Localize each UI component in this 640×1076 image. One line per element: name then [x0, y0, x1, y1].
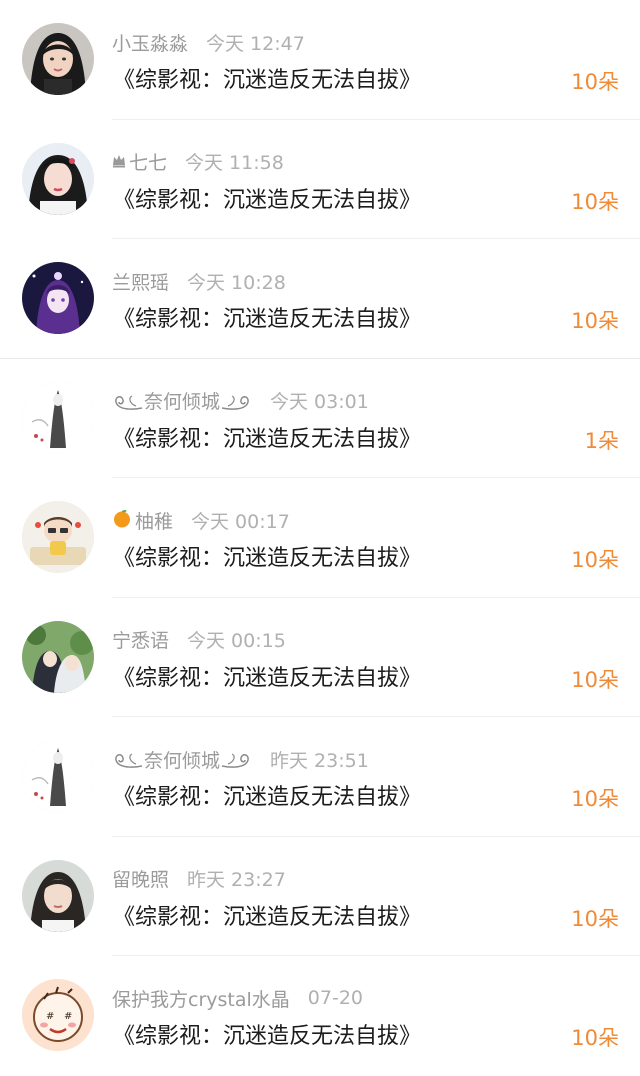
- book-title[interactable]: 《综影视：沉迷造反无法自拔》: [113, 1018, 421, 1050]
- crown-icon: [112, 151, 126, 173]
- flower-count: 10朵: [571, 548, 619, 572]
- flower-count: 10朵: [571, 906, 619, 931]
- item-meta: 奈何倾城 昨天 23:51: [112, 746, 369, 772]
- user-name[interactable]: 七七: [129, 148, 167, 175]
- list-item[interactable]: 留晚照 昨天 23:27 《综影视：沉迷造反无法自拔》 10朵: [0, 837, 640, 956]
- list-item[interactable]: 奈何倾城 今天 03:01 《综影视：沉迷造反无法自拔》 1朵: [0, 359, 640, 478]
- item-meta: 宁悉语 今天 00:15: [112, 627, 286, 653]
- swirl-ornament-icon: [112, 390, 144, 412]
- user-name[interactable]: 宁悉语: [112, 626, 169, 653]
- item-meta: 留晚照 昨天 23:27: [112, 866, 286, 892]
- book-title[interactable]: 《综影视：沉迷造反无法自拔》: [113, 301, 421, 333]
- swirl-ornament-icon: [220, 748, 252, 770]
- swirl-ornament-icon: [112, 748, 144, 770]
- user-name[interactable]: 奈何倾城: [144, 387, 220, 414]
- list-item[interactable]: # # 保护我方crystal水晶 07-20 《综影视：沉迷造反无法自拔》 1…: [0, 956, 640, 1076]
- flower-count: 10朵: [571, 667, 619, 692]
- user-name[interactable]: 保护我方crystal水晶: [112, 985, 290, 1012]
- gift-record-list: 小玉淼淼 今天 12:47 《综影视：沉迷造反无法自拔》 10朵 七七 今天 1…: [0, 0, 640, 1076]
- user-name[interactable]: 小玉淼淼: [112, 29, 188, 56]
- flower-count: 10朵: [571, 787, 619, 811]
- timestamp: 今天 10:28: [187, 271, 286, 294]
- book-title[interactable]: 《综影视：沉迷造反无法自拔》: [113, 660, 421, 692]
- avatar[interactable]: [22, 501, 94, 573]
- item-meta: 奈何倾城 今天 03:01: [112, 388, 369, 414]
- avatar[interactable]: [22, 740, 94, 812]
- list-item[interactable]: 宁悉语 今天 00:15 《综影视：沉迷造反无法自拔》 10朵: [0, 598, 640, 717]
- user-name[interactable]: 兰熙瑶: [112, 268, 169, 295]
- timestamp: 昨天 23:27: [187, 869, 286, 891]
- timestamp: 昨天 23:51: [270, 749, 369, 772]
- book-title[interactable]: 《综影视：沉迷造反无法自拔》: [113, 899, 421, 931]
- list-item[interactable]: 小玉淼淼 今天 12:47 《综影视：沉迷造反无法自拔》 10朵: [0, 0, 640, 120]
- avatar[interactable]: # #: [22, 979, 94, 1051]
- timestamp: 今天 03:01: [270, 391, 369, 413]
- user-name[interactable]: 奈何倾城: [144, 746, 220, 773]
- flower-count: 10朵: [571, 189, 619, 214]
- avatar[interactable]: [22, 620, 94, 693]
- list-item[interactable]: 兰熙瑶 今天 10:28 《综影视：沉迷造反无法自拔》 10朵: [0, 239, 640, 359]
- flower-count: 10朵: [571, 1026, 619, 1050]
- book-title[interactable]: 《综影视：沉迷造反无法自拔》: [113, 62, 421, 94]
- flower-count: 1朵: [584, 428, 619, 453]
- list-item[interactable]: 奈何倾城 昨天 23:51 《综影视：沉迷造反无法自拔》 10朵: [0, 717, 640, 837]
- book-title[interactable]: 《综影视：沉迷造反无法自拔》: [113, 779, 421, 811]
- flower-count: 10朵: [571, 70, 619, 94]
- avatar[interactable]: [22, 23, 94, 95]
- avatar[interactable]: [22, 262, 94, 334]
- user-name[interactable]: 留晚照: [112, 865, 169, 892]
- book-title[interactable]: 《综影视：沉迷造反无法自拔》: [113, 421, 421, 453]
- item-meta: 兰熙瑶 今天 10:28: [112, 268, 286, 294]
- avatar[interactable]: [22, 381, 94, 454]
- timestamp: 今天 11:58: [185, 152, 284, 174]
- timestamp: 07-20: [307, 987, 363, 1009]
- timestamp: 今天 00:17: [191, 510, 290, 533]
- item-meta: 小玉淼淼 今天 12:47: [112, 29, 305, 55]
- list-item[interactable]: 七七 今天 11:58 《综影视：沉迷造反无法自拔》 10朵: [0, 120, 640, 239]
- timestamp: 今天 12:47: [206, 32, 305, 55]
- swirl-ornament-icon: [220, 390, 252, 412]
- item-meta: 七七 今天 11:58: [112, 149, 284, 175]
- list-item[interactable]: 柚稚 今天 00:17 《综影视：沉迷造反无法自拔》 10朵: [0, 478, 640, 598]
- book-title[interactable]: 《综影视：沉迷造反无法自拔》: [113, 182, 421, 214]
- svg-text:#: #: [64, 1011, 72, 1022]
- book-title[interactable]: 《综影视：沉迷造反无法自拔》: [113, 540, 421, 572]
- svg-text:#: #: [46, 1011, 54, 1022]
- flower-count: 10朵: [571, 309, 619, 333]
- item-meta: 柚稚 今天 00:17: [112, 507, 290, 533]
- avatar[interactable]: [22, 859, 94, 932]
- avatar[interactable]: [22, 142, 94, 215]
- user-name[interactable]: 柚稚: [135, 507, 173, 534]
- orange-icon: [112, 508, 132, 533]
- timestamp: 今天 00:15: [187, 630, 286, 652]
- item-meta: 保护我方crystal水晶 07-20: [112, 985, 363, 1011]
